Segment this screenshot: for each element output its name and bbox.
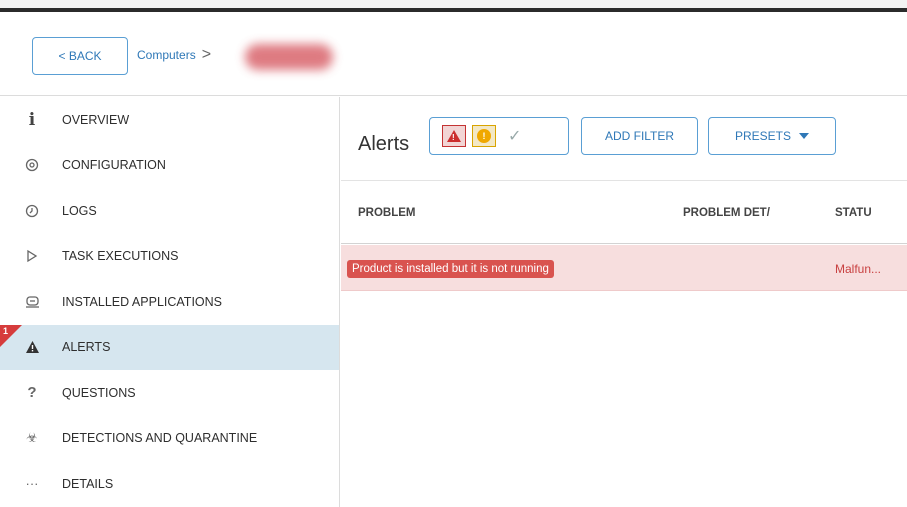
error-filter-toggle[interactable]: ! [442,125,466,147]
column-header-problem[interactable]: PROBLEM [358,207,608,219]
settings-icon [22,158,42,172]
sidebar-item-alerts[interactable]: 1 ALERTS [0,324,339,370]
table-header: PROBLEM PROBLEM DET/ STATU [341,180,907,244]
redacted-computer-name [245,44,333,70]
warning-circle-icon: ! [477,129,491,143]
column-header-problem-details[interactable]: PROBLEM DET/ [683,207,771,219]
sidebar-item-label: OVERVIEW [62,112,130,127]
top-bar: < BACK Computers > [0,16,907,96]
sidebar-item-logs[interactable]: LOGS [0,188,339,234]
sidebar-item-detections-and-quarantine[interactable]: ☣ DETECTIONS AND QUARANTINE [0,416,339,462]
sidebar-item-label: DETAILS [62,476,114,491]
info-icon: i [28,109,36,130]
sidebar: i OVERVIEW CONFIGURATION LOGS TASK EXECU… [0,97,340,507]
sidebar-item-label: CONFIGURATION [62,158,166,173]
sidebar-item-label: INSTALLED APPLICATIONS [62,294,223,309]
sidebar-item-label: ALERTS [62,340,111,355]
breadcrumb: Computers > [137,46,212,63]
presets-dropdown[interactable]: PRESETS [708,117,836,155]
warning-filter-toggle[interactable]: ! [472,125,496,147]
question-icon: ? [27,384,37,402]
chevron-right-icon: > [201,46,212,63]
biohazard-icon: ☣ [26,430,38,446]
table-row[interactable]: Product is installed but it is not runni… [341,245,907,291]
clock-icon [22,204,42,218]
problem-cell: Product is installed but it is not runni… [347,260,554,278]
window-top-strip [0,0,907,12]
sidebar-item-label: TASK EXECUTIONS [62,249,179,264]
sidebar-item-installed-applications[interactable]: INSTALLED APPLICATIONS [0,279,339,325]
sidebar-item-label: LOGS [62,203,97,218]
warning-icon [22,340,42,354]
install-icon [22,295,42,309]
column-header-status[interactable]: STATU [835,207,873,219]
sidebar-item-task-executions[interactable]: TASK EXECUTIONS [0,234,339,280]
alerts-count-badge-number: 1 [3,325,9,336]
sidebar-item-label: DETECTIONS AND QUARANTINE [62,431,258,446]
sidebar-item-overview[interactable]: i OVERVIEW [0,97,339,143]
severity-filter-group: ! ! ✓ [429,117,569,155]
error-triangle-icon: ! [447,130,461,142]
sidebar-item-details[interactable]: ··· DETAILS [0,461,339,507]
breadcrumb-computers-link[interactable]: Computers [137,48,196,62]
alerts-panel: Alerts ! ! ✓ ADD FILTER PRESETS PROBLEM … [341,97,907,507]
presets-label: PRESETS [734,129,791,143]
status-cell: Malfun... [835,262,882,276]
back-button[interactable]: < BACK [32,37,128,75]
add-filter-button[interactable]: ADD FILTER [581,117,698,155]
ellipsis-icon: ··· [25,476,39,492]
sidebar-item-questions[interactable]: ? QUESTIONS [0,370,339,416]
chevron-down-icon [799,133,809,139]
sidebar-item-configuration[interactable]: CONFIGURATION [0,143,339,189]
sidebar-item-label: QUESTIONS [62,385,136,400]
play-icon [22,249,42,263]
page-title: Alerts [358,133,410,155]
ok-filter-toggle[interactable]: ✓ [508,126,521,146]
